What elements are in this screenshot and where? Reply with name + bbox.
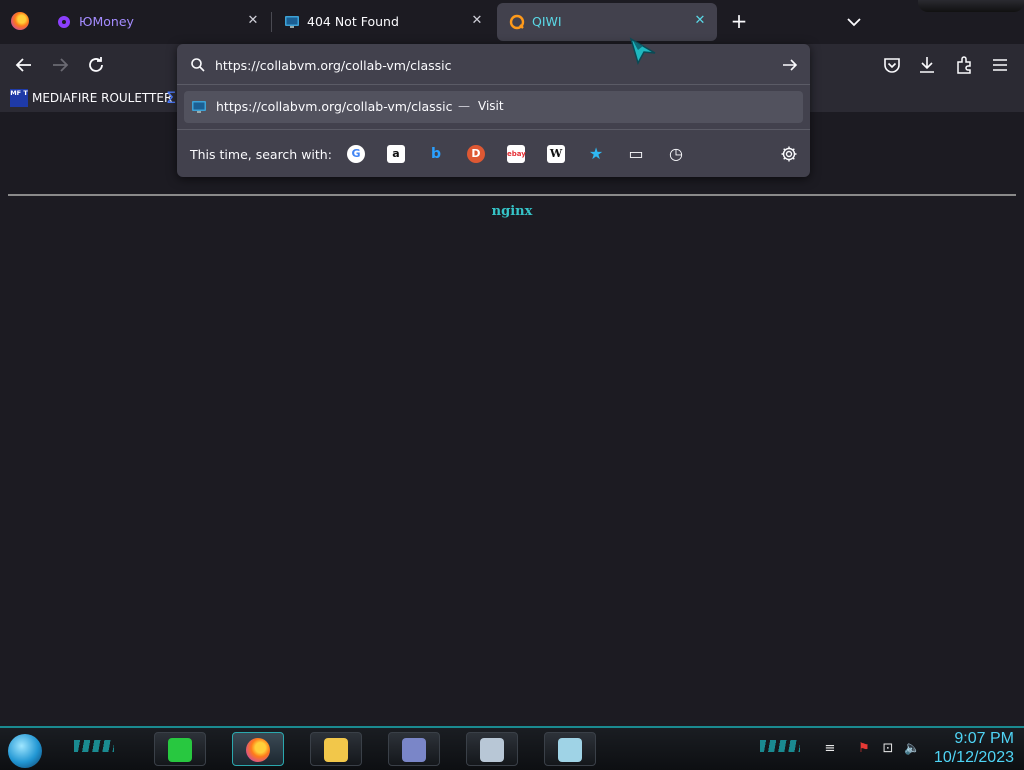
forward-button[interactable] [49, 54, 71, 76]
downloads-icon[interactable] [916, 54, 938, 76]
window-ornament [918, 0, 1024, 12]
urlbar-popup: https://collabvm.org/collab-vm/classic —… [177, 44, 810, 177]
monitor-icon [285, 16, 299, 28]
close-tab-icon[interactable]: ✕ [468, 12, 486, 30]
tab-title: 404 Not Found [307, 14, 399, 29]
bookmark-label: MEDIAFIRE ROULETTER [32, 91, 173, 105]
ebay-icon[interactable]: ebay [507, 145, 526, 163]
clock-time: 9:07 PM [954, 730, 1014, 747]
taskbar-file-explorer[interactable] [310, 732, 362, 766]
notes-icon [168, 738, 192, 762]
pocket-icon[interactable] [881, 54, 903, 76]
list-all-tabs-button[interactable] [843, 11, 865, 33]
divider [177, 84, 810, 85]
window-app-icon [402, 738, 426, 762]
duckduckgo-icon[interactable]: D [467, 145, 485, 163]
taskbar-firefox[interactable] [232, 732, 284, 766]
monitor-icon [192, 101, 206, 113]
taskbar-monitor-app[interactable] [466, 732, 518, 766]
bing-icon[interactable]: b [427, 145, 445, 163]
start-button[interactable] [8, 734, 42, 768]
tab-title: ЮMoney [79, 14, 134, 29]
amazon-icon[interactable]: a [387, 145, 405, 163]
tabs-icon[interactable]: ▭ [627, 145, 645, 163]
mediafire-icon: MF T [10, 89, 28, 107]
taskbar-decoration [760, 740, 800, 752]
folder-icon [324, 738, 348, 762]
tab-title: QIWI [532, 14, 562, 29]
volume-icon[interactable]: 🔈 [904, 741, 920, 757]
server-signature: nginx [491, 204, 533, 219]
horizontal-rule [8, 194, 1016, 196]
show-hidden-icons[interactable]: ≡ [822, 741, 838, 757]
divider [177, 129, 810, 130]
search-with-label: This time, search with: [190, 147, 332, 162]
search-settings-gear-icon[interactable] [780, 145, 798, 163]
close-tab-icon[interactable]: ✕ [244, 12, 262, 30]
taskbar-app-window[interactable] [388, 732, 440, 766]
tab-qiwi[interactable]: QIWI ✕ [497, 3, 717, 41]
suggestion-action: Visit [478, 99, 504, 113]
menu-hamburger-icon[interactable] [989, 54, 1011, 76]
close-tab-icon[interactable]: ✕ [691, 12, 709, 30]
bookmarks-star-icon[interactable]: ★ [587, 145, 605, 163]
extensions-icon[interactable] [953, 54, 975, 76]
new-tab-button[interactable]: + [728, 11, 750, 33]
performance-monitor-icon [480, 738, 504, 762]
firefox-logo-icon[interactable] [11, 12, 29, 30]
taskbar-decoration [74, 740, 114, 752]
url-suggestion-row[interactable]: https://collabvm.org/collab-vm/classic —… [184, 91, 803, 123]
url-input[interactable] [215, 55, 755, 75]
reload-button[interactable] [85, 54, 107, 76]
notepad-icon [558, 738, 582, 762]
tab-yoomoney[interactable]: ЮMoney ✕ [44, 3, 270, 41]
search-icon [191, 58, 205, 72]
tab-strip: ЮMoney ✕ 404 Not Found ✕ QIWI ✕ + [0, 0, 1024, 44]
action-center-flag-icon[interactable]: ⚑ [856, 741, 872, 757]
wikipedia-icon[interactable]: W [547, 145, 565, 163]
mouse-cursor-icon [629, 37, 656, 65]
history-icon[interactable]: ◷ [667, 145, 685, 163]
taskbar: ≡ ⚑ ⊡ 🔈 9:07 PM 10/12/2023 [0, 726, 1024, 770]
system-clock[interactable]: 9:07 PM 10/12/2023 [934, 730, 1014, 768]
clock-date: 10/12/2023 [933, 749, 1014, 766]
suggestion-url: https://collabvm.org/collab-vm/classic [216, 99, 453, 114]
network-icon[interactable]: ⊡ [880, 741, 896, 757]
google-icon[interactable]: G [347, 145, 365, 163]
back-button[interactable] [13, 54, 35, 76]
qiwi-icon [509, 14, 525, 30]
go-arrow-button[interactable] [780, 55, 800, 75]
taskbar-notepad[interactable] [544, 732, 596, 766]
firefox-icon [246, 738, 270, 762]
tab-404[interactable]: 404 Not Found ✕ [272, 3, 494, 41]
suggestion-separator: — [458, 99, 470, 113]
yoomoney-icon [58, 16, 70, 28]
taskbar-notes-app[interactable] [154, 732, 206, 766]
